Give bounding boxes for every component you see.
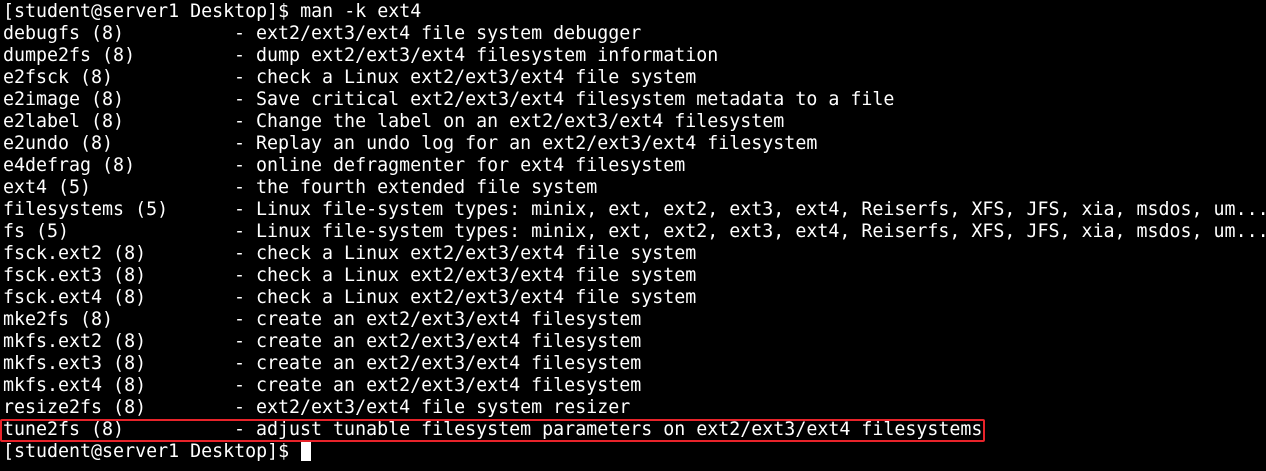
result-name: e4defrag (8): [3, 155, 136, 176]
command-line: [student@server1 Desktop]$ man -k ext4: [0, 1, 1266, 23]
result-row: fsck.ext4 (8) - check a Linux ext2/ext3/e…: [0, 287, 1266, 309]
result-description: - check a Linux ext2/ext3/ext4 file syst…: [234, 287, 697, 308]
result-row: mke2fs (8) - create an ext2/ext3/ext4 fil…: [0, 309, 1266, 331]
result-description: - create an ext2/ext3/ext4 filesystem: [234, 331, 642, 352]
result-description: - Change the label on an ext2/ext3/ext4 …: [234, 111, 785, 132]
result-name: fsck.ext2 (8): [3, 243, 147, 264]
input-line[interactable]: [student@server1 Desktop]$: [0, 441, 1266, 463]
result-name: e2undo (8): [3, 133, 114, 154]
result-name: e2image (8): [3, 89, 125, 110]
result-row: mkfs.ext3 (8) - create an ext2/ext3/ext4 …: [0, 353, 1266, 375]
result-row: resize2fs (8) - ext2/ext3/ext4 file syste…: [0, 397, 1266, 419]
result-name: mkfs.ext4 (8): [3, 375, 147, 396]
result-name: debugfs (8): [3, 23, 125, 44]
result-description: - ext2/ext3/ext4 file system debugger: [234, 23, 642, 44]
result-description: - check a Linux ext2/ext3/ext4 file syst…: [234, 265, 697, 286]
result-description: - the fourth extended file system: [234, 177, 598, 198]
result-description: - ext2/ext3/ext4 file system resizer: [234, 397, 631, 418]
result-name: e2label (8): [3, 111, 125, 132]
result-row: e2undo (8) - Replay an undo log for an ex…: [0, 133, 1266, 155]
result-row: debugfs (8) - ext2/ext3/ext4 file system …: [0, 23, 1266, 45]
result-row: e2fsck (8) - check a Linux ext2/ext3/ext4…: [0, 67, 1266, 89]
result-name: mkfs.ext2 (8): [3, 331, 147, 352]
result-name: mke2fs (8): [3, 309, 114, 330]
prompt: [student@server1 Desktop]$: [3, 441, 301, 462]
result-description: - check a Linux ext2/ext3/ext4 file syst…: [234, 67, 697, 88]
text-cursor: [301, 442, 312, 461]
result-row: ext4 (5) - the fourth extended file syste…: [0, 177, 1266, 199]
result-description: - Save critical ext2/ext3/ext4 filesyste…: [234, 89, 895, 110]
result-description: - create an ext2/ext3/ext4 filesystem: [234, 309, 642, 330]
terminal-window[interactable]: [student@server1 Desktop]$ man -k ext4 d…: [0, 0, 1266, 471]
result-row: mkfs.ext4 (8) - create an ext2/ext3/ext4 …: [0, 375, 1266, 397]
result-description: - create an ext2/ext3/ext4 filesystem: [234, 353, 642, 374]
result-name: resize2fs (8): [3, 397, 147, 418]
result-row: filesystems (5) - Linux file-system types…: [0, 199, 1266, 221]
result-description: - online defragmenter for ext4 filesyste…: [234, 155, 686, 176]
result-name: tune2fs (8): [3, 419, 125, 440]
result-name: mkfs.ext3 (8): [3, 353, 147, 374]
result-row-highlighted: tune2fs (8) - adjust tunable filesystem p…: [0, 419, 1266, 441]
result-row: fs (5) - Linux file-system types: minix, …: [0, 221, 1266, 243]
result-name: dumpe2fs (8): [3, 45, 136, 66]
result-row: e4defrag (8) - online defragmenter for ex…: [0, 155, 1266, 177]
result-name: e2fsck (8): [3, 67, 114, 88]
result-description: - Linux file-system types: minix, ext, e…: [234, 199, 1266, 220]
result-row: fsck.ext3 (8) - check a Linux ext2/ext3/e…: [0, 265, 1266, 287]
result-name: fsck.ext3 (8): [3, 265, 147, 286]
result-name: fs (5): [3, 221, 70, 242]
result-name: fsck.ext4 (8): [3, 287, 147, 308]
result-row: e2image (8) - Save critical ext2/ext3/ext…: [0, 89, 1266, 111]
result-description: - Replay an undo log for an ext2/ext3/ex…: [234, 133, 818, 154]
result-description: - dump ext2/ext3/ext4 filesystem informa…: [234, 45, 719, 66]
result-row: fsck.ext2 (8) - check a Linux ext2/ext3/e…: [0, 243, 1266, 265]
result-description: - create an ext2/ext3/ext4 filesystem: [234, 375, 642, 396]
result-row: e2label (8) - Change the label on an ext2…: [0, 111, 1266, 133]
result-description: - Linux file-system types: minix, ext, e…: [234, 221, 1266, 242]
result-description: - adjust tunable filesystem parameters o…: [234, 419, 983, 440]
result-row: dumpe2fs (8) - dump ext2/ext3/ext4 filesy…: [0, 45, 1266, 67]
result-name: filesystems (5): [3, 199, 169, 220]
prompt: [student@server1 Desktop]$: [3, 1, 301, 22]
result-row: mkfs.ext2 (8) - create an ext2/ext3/ext4 …: [0, 331, 1266, 353]
result-description: - check a Linux ext2/ext3/ext4 file syst…: [234, 243, 697, 264]
result-name: ext4 (5): [3, 177, 92, 198]
command-text: man -k ext4: [300, 1, 422, 22]
